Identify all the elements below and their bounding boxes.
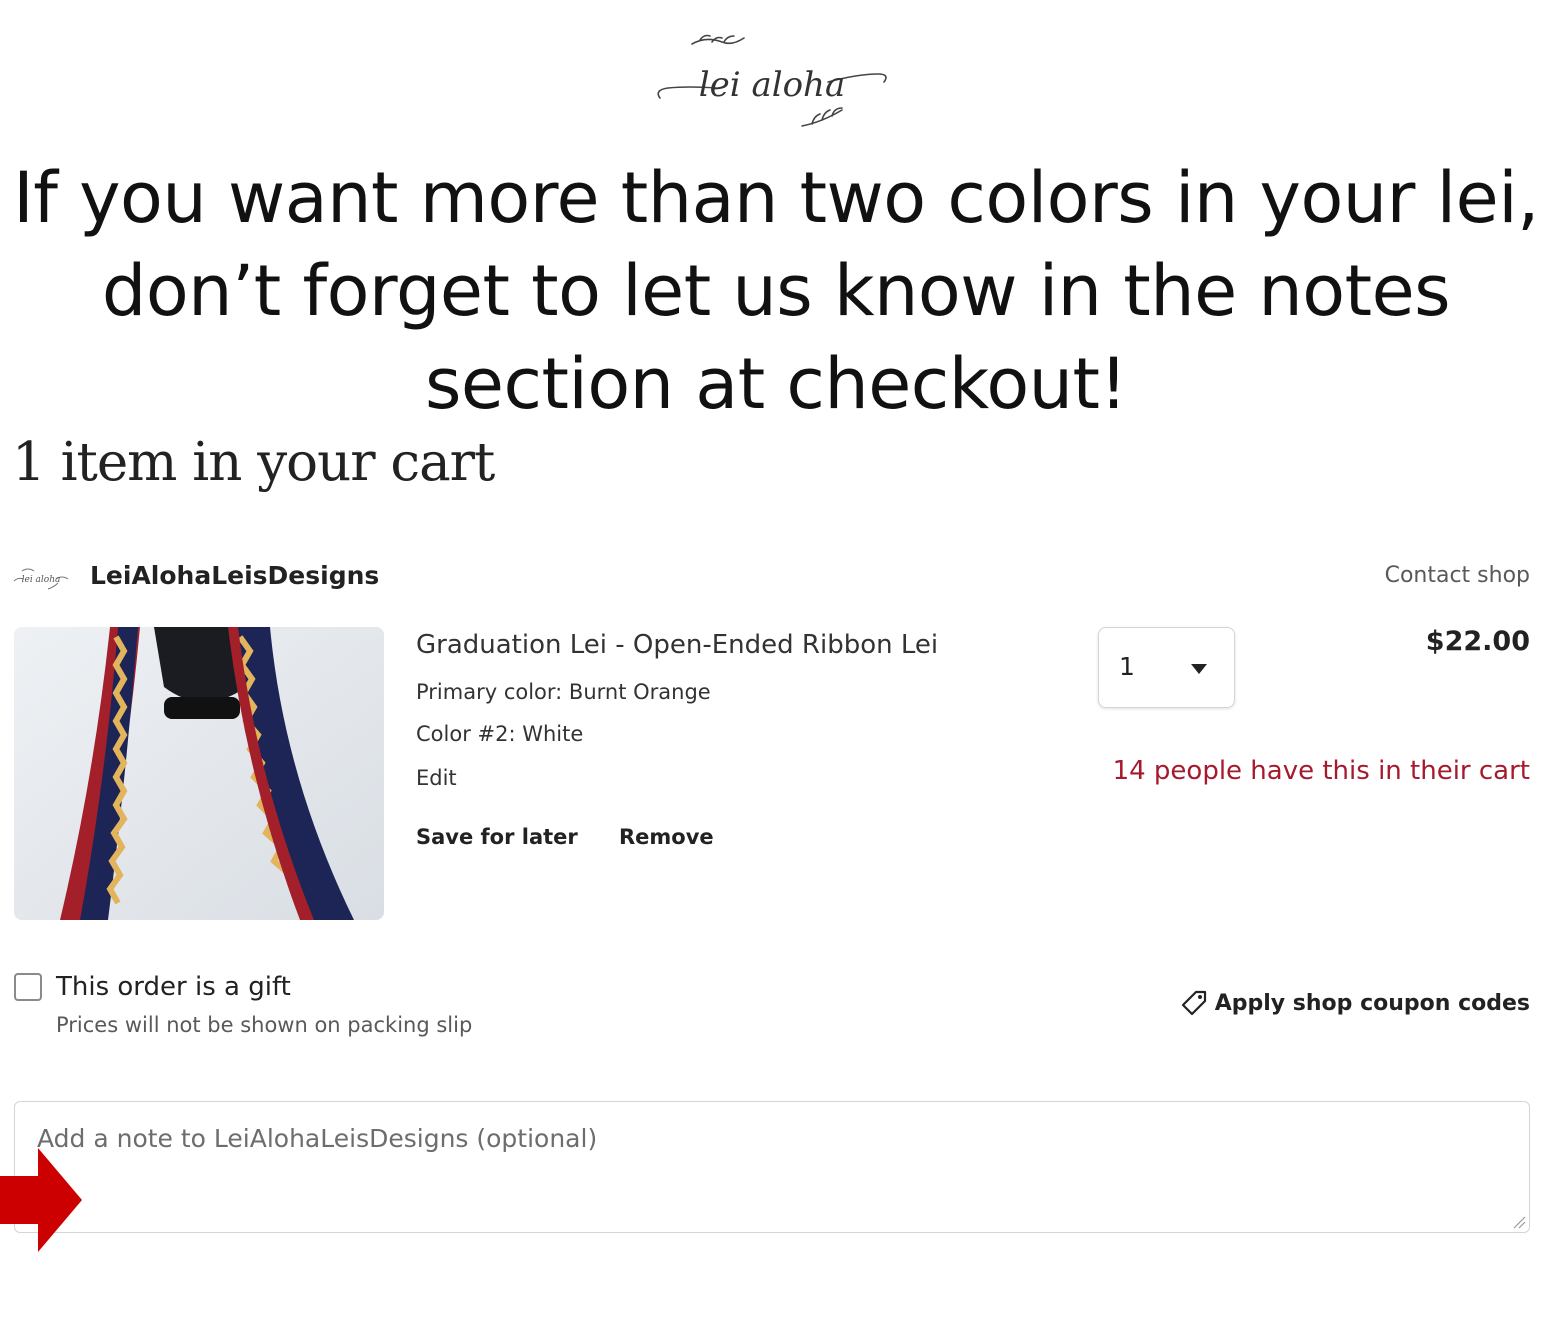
- gift-order-label[interactable]: This order is a gift: [56, 972, 291, 1002]
- caret-down-icon: [1191, 664, 1207, 674]
- item-price: $22.00: [1425, 626, 1530, 657]
- item-variation-color-2: Color #2: White: [416, 722, 584, 746]
- contact-shop-link[interactable]: Contact shop: [1385, 563, 1530, 588]
- item-title-link[interactable]: Graduation Lei - Open-Ended Ribbon Lei: [416, 630, 938, 660]
- apply-coupon-label: Apply shop coupon codes: [1214, 990, 1530, 1016]
- quantity-value: 1: [1119, 652, 1135, 681]
- lei-aloha-logo: lei aloha: [657, 34, 887, 127]
- resize-grip-icon[interactable]: [1512, 1215, 1526, 1229]
- svg-text:lei aloha: lei aloha: [22, 575, 61, 585]
- item-variation-primary-color: Primary color: Burnt Orange: [416, 680, 711, 704]
- shop-name-link[interactable]: LeiAlohaLeisDesigns: [90, 561, 379, 590]
- shop-logo-avatar[interactable]: lei aloha: [12, 563, 70, 593]
- svg-text:lei aloha: lei aloha: [699, 65, 845, 105]
- cart-demand-notice: 14 people have this in their cart: [1112, 756, 1530, 786]
- apply-coupon-button[interactable]: Apply shop coupon codes: [1179, 988, 1530, 1018]
- gift-order-checkbox[interactable]: [14, 973, 42, 1001]
- note-to-seller-input[interactable]: [14, 1101, 1530, 1233]
- edit-variations-link[interactable]: Edit: [416, 766, 457, 790]
- save-for-later-button[interactable]: Save for later: [416, 825, 578, 849]
- promo-headline: If you want more than two colors in your…: [13, 157, 1539, 425]
- tag-icon: [1181, 990, 1206, 1016]
- quantity-select[interactable]: 1: [1098, 627, 1235, 708]
- cart-item-count-heading: 1 item in your cart: [12, 432, 495, 493]
- remove-item-button[interactable]: Remove: [619, 825, 714, 849]
- gift-order-sublabel: Prices will not be shown on packing slip: [56, 1013, 473, 1037]
- arrow-right-icon: [0, 1148, 82, 1252]
- item-thumbnail-image[interactable]: [14, 627, 384, 920]
